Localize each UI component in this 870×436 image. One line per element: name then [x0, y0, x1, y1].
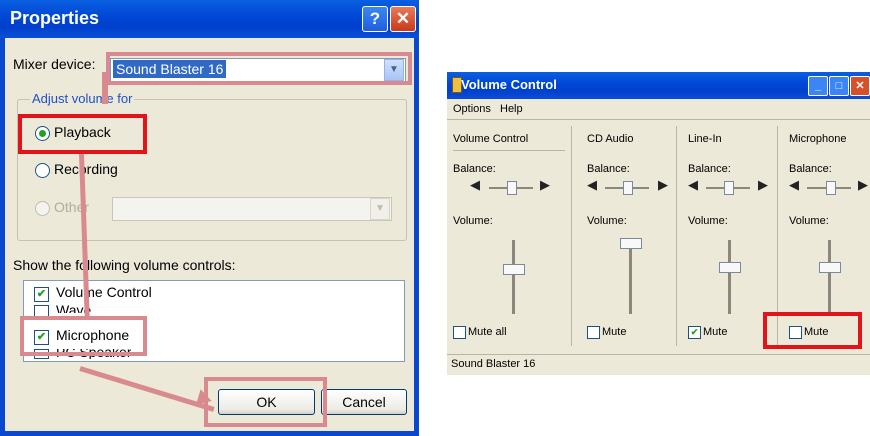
recording-label: Recording [54, 161, 118, 177]
volume-track [512, 240, 515, 314]
mixer-device-label: Mixer device: [13, 56, 96, 72]
channel-name-line-in: Line-In [688, 133, 722, 145]
volume-track [629, 240, 632, 314]
chevron-down-icon[interactable]: ▼ [370, 198, 390, 220]
channel-name-volume-control: Volume Control [453, 133, 529, 145]
mute-label: Mute [602, 326, 627, 338]
volume-slider[interactable] [620, 238, 642, 249]
mute-checkbox-line-in[interactable]: ✔ [688, 326, 701, 339]
help-icon[interactable]: ? [362, 6, 388, 32]
highlight-microphone [20, 316, 147, 356]
mute-label: Mute [703, 326, 728, 338]
recording-radio[interactable] [35, 163, 50, 178]
column-separator [571, 126, 572, 346]
close-icon[interactable]: ✕ [390, 6, 416, 32]
dialog-border [0, 38, 5, 436]
adjust-volume-legend: Adjust volume for [30, 91, 135, 106]
volume-control-title: Volume Control [461, 77, 557, 92]
highlight-mixer-device [106, 52, 412, 85]
balance-slider[interactable] [507, 181, 517, 195]
volume-label: Volume: [789, 215, 829, 227]
dialog-border [0, 431, 419, 436]
mute-all-checkbox[interactable] [453, 326, 466, 339]
menu-divider [447, 119, 870, 120]
properties-title: Properties [10, 8, 100, 28]
menu-options[interactable]: Options [453, 103, 491, 115]
mute-all-label: Mute all [468, 326, 507, 338]
annotation-connector [102, 72, 108, 104]
channel-name-microphone: Microphone [789, 133, 847, 145]
volume-track [728, 240, 731, 314]
balance-slider[interactable] [724, 181, 734, 195]
volume-control-checkbox[interactable]: ✔ [34, 287, 49, 302]
balance-slider[interactable] [826, 181, 836, 195]
left-speaker-icon: ◀ [470, 177, 480, 192]
show-controls-label: Show the following volume controls: [13, 257, 236, 273]
menu-help[interactable]: Help [500, 103, 523, 115]
right-speaker-icon: ▶ [540, 177, 550, 192]
balance-label: Balance: [789, 163, 832, 175]
minimize-icon[interactable]: _ [808, 76, 828, 96]
maximize-icon[interactable]: □ [829, 76, 849, 96]
left-speaker-icon: ◀ [789, 177, 799, 192]
volume-slider[interactable] [503, 264, 525, 275]
left-speaker-icon: ◀ [587, 177, 597, 192]
other-device-select[interactable]: ▼ [112, 197, 392, 221]
mute-checkbox-cd-audio[interactable] [587, 326, 600, 339]
status-text: Sound Blaster 16 [451, 358, 536, 370]
highlight-ok-button [204, 377, 327, 427]
cancel-button[interactable]: Cancel [321, 389, 407, 415]
column-separator [676, 126, 677, 346]
balance-slider[interactable] [623, 181, 633, 195]
volume-label: Volume: [453, 215, 493, 227]
dialog-border [414, 38, 419, 436]
volume-track [828, 240, 831, 314]
channel-divider [453, 150, 565, 151]
left-speaker-icon: ◀ [688, 177, 698, 192]
right-speaker-icon: ▶ [758, 177, 768, 192]
list-item-volume-control: Volume Control [56, 284, 152, 300]
close-icon[interactable]: ✕ [850, 76, 870, 96]
volume-label: Volume: [587, 215, 627, 227]
volume-slider[interactable] [819, 262, 841, 273]
volume-label: Volume: [688, 215, 728, 227]
highlight-microphone-mute [763, 312, 862, 349]
balance-label: Balance: [587, 163, 630, 175]
other-radio[interactable] [35, 201, 50, 216]
balance-label: Balance: [688, 163, 731, 175]
balance-label: Balance: [453, 163, 496, 175]
channel-name-cd-audio: CD Audio [587, 133, 634, 145]
right-speaker-icon: ▶ [658, 177, 668, 192]
right-speaker-icon: ▶ [858, 177, 868, 192]
volume-slider[interactable] [719, 262, 741, 273]
highlight-playback [18, 114, 147, 154]
